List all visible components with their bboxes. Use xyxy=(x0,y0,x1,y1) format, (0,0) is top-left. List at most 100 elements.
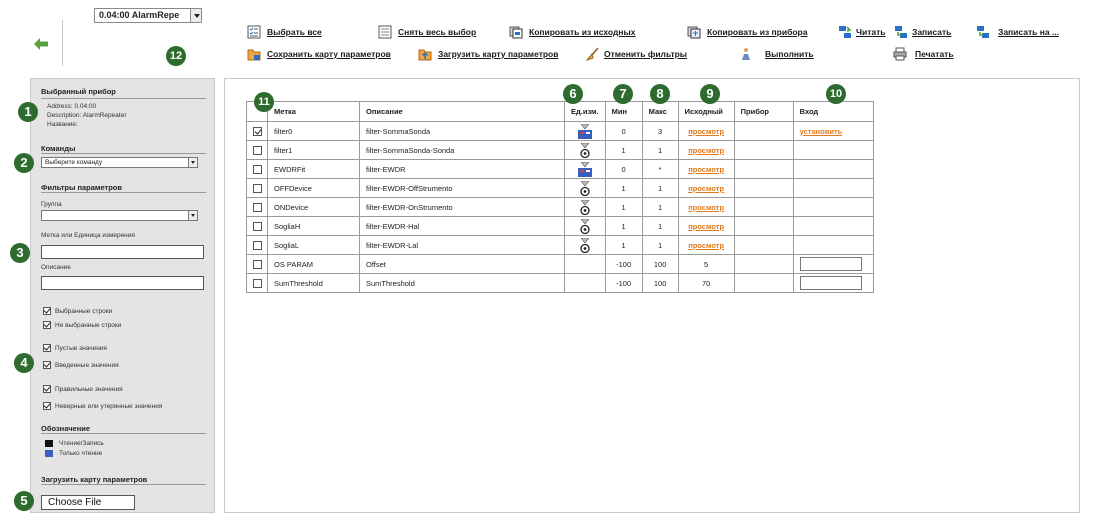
cell-max: 1 xyxy=(641,197,679,217)
callout-badge-9: 9 xyxy=(700,84,720,104)
view-link[interactable]: просмотр xyxy=(688,222,724,231)
cell-input xyxy=(792,178,874,198)
checkbox[interactable] xyxy=(43,321,51,329)
group-select[interactable] xyxy=(41,210,198,221)
row-select-cell xyxy=(246,121,268,141)
row-checkbox[interactable] xyxy=(252,202,262,212)
label-or-unit-input[interactable] xyxy=(41,245,204,259)
device-select[interactable]: 0.04:00 AlarmRepe xyxy=(94,8,202,23)
value-input[interactable] xyxy=(799,257,862,271)
copy-from-source-button[interactable]: Копировать из исходных xyxy=(509,25,635,39)
description-label: Описание xyxy=(41,264,71,271)
callout-badge-1: 1 xyxy=(18,102,38,122)
callout-badge-6: 6 xyxy=(563,84,583,104)
deselect-all-button[interactable]: Снять весь выбор xyxy=(378,25,476,39)
checkbox-label: Неверные или утерянные значения xyxy=(55,402,163,410)
group-label: Группа xyxy=(41,201,62,208)
cell-device xyxy=(733,254,794,274)
write-to-button[interactable]: Записать на ... xyxy=(976,25,1059,39)
cell-device xyxy=(733,159,794,179)
header-device[interactable]: Прибор xyxy=(733,101,794,122)
save-param-map-button[interactable]: Сохранить карту параметров xyxy=(247,47,391,61)
back-arrow-icon[interactable] xyxy=(34,38,48,50)
header-source[interactable]: Исходный xyxy=(677,101,735,122)
view-link[interactable]: просмотр xyxy=(688,203,724,212)
row-checkbox[interactable] xyxy=(252,259,262,269)
save-folder-icon xyxy=(247,47,261,61)
filter-checkbox-empty[interactable]: Пустые значения xyxy=(43,344,107,352)
header-description[interactable]: Описание xyxy=(359,101,565,122)
cell-source: просмотр xyxy=(677,121,735,141)
cell-input xyxy=(792,254,874,274)
command-select[interactable]: Выберите команду xyxy=(41,157,198,168)
cell-max: * xyxy=(641,159,679,179)
cell-label: filter0 xyxy=(267,121,360,141)
row-checkbox[interactable] xyxy=(252,221,262,231)
clear-filters-button[interactable]: Отменить фильтры xyxy=(585,47,688,62)
header-max[interactable]: Макс xyxy=(641,101,679,122)
device-description: Description: AlarmRepeater xyxy=(47,112,127,119)
probe-unit-icon xyxy=(578,199,592,215)
row-checkbox[interactable] xyxy=(252,240,262,250)
cell-unit xyxy=(564,159,606,179)
filter-checkbox-unselected[interactable]: Не выбранные строки xyxy=(43,321,121,329)
checkbox[interactable] xyxy=(43,361,51,369)
execute-button[interactable]: Выполнить xyxy=(739,47,814,61)
header-input[interactable]: Вход xyxy=(792,101,874,122)
view-link[interactable]: просмотр xyxy=(688,241,724,250)
table-row: filter1 filter-SommaSonda-Sonda 1 1 просмотр xyxy=(246,140,874,160)
row-checkbox[interactable] xyxy=(252,126,262,136)
view-link[interactable]: просмотр xyxy=(688,146,724,155)
value-input[interactable] xyxy=(799,276,862,290)
write-button[interactable]: Записать xyxy=(894,25,951,39)
row-checkbox[interactable] xyxy=(252,145,262,155)
filter-checkbox-valid[interactable]: Правильные значения xyxy=(43,385,123,393)
select-all-button[interactable]: Выбрать все xyxy=(247,25,322,39)
table-row: filter0 filter-SommaSonda 0 3 просмотр устано… xyxy=(246,121,874,141)
flag-unit-icon xyxy=(577,123,592,139)
row-checkbox[interactable] xyxy=(252,164,262,174)
cell-unit xyxy=(564,121,606,141)
load-param-map-button[interactable]: Загрузить карту параметров xyxy=(418,47,558,61)
checkbox[interactable] xyxy=(43,385,51,393)
callout-badge-2: 2 xyxy=(14,153,34,173)
checkbox[interactable] xyxy=(43,307,51,315)
view-link[interactable]: просмотр xyxy=(688,184,724,193)
view-link[interactable]: просмотр xyxy=(688,127,724,136)
copy-device-icon xyxy=(687,25,701,39)
set-link[interactable]: установить xyxy=(800,127,843,136)
row-checkbox[interactable] xyxy=(252,183,262,193)
filter-checkbox-invalid[interactable]: Неверные или утерянные значения xyxy=(43,402,162,410)
checkbox[interactable] xyxy=(43,402,51,410)
filter-checkbox-entered[interactable]: Введенные значения xyxy=(43,361,119,369)
cell-description: SumThreshold xyxy=(359,273,565,293)
label-or-unit-label: Метка или Единица измерения xyxy=(41,232,135,239)
header-label[interactable]: Метка xyxy=(267,101,360,122)
device-name: Название: xyxy=(47,121,78,128)
table-header-row: Метка Описание Ед.изм. Мин Макс Исходный… xyxy=(246,101,874,122)
checkbox[interactable] xyxy=(43,344,51,352)
copy-from-device-label: Копировать из прибора xyxy=(707,27,808,37)
copy-from-device-button[interactable]: Копировать из прибора xyxy=(687,25,807,39)
cell-description: filter-SommaSonda-Sonda xyxy=(359,140,565,160)
print-button[interactable]: Печатать xyxy=(893,47,954,61)
filter-checkbox-selected[interactable]: Выбранные строки xyxy=(43,307,112,315)
header-unit[interactable]: Ед.изм. xyxy=(564,101,606,122)
cell-unit xyxy=(564,197,606,217)
checkbox-label: Пустые значения xyxy=(55,344,107,352)
chevron-down-icon xyxy=(190,9,201,22)
view-link[interactable]: просмотр xyxy=(688,165,724,174)
clear-filters-label: Отменить фильтры xyxy=(604,49,688,59)
checkbox-label: Не выбранные строки xyxy=(55,321,122,329)
cell-device xyxy=(733,121,794,141)
row-checkbox[interactable] xyxy=(252,278,262,288)
cell-source: просмотр xyxy=(677,140,735,160)
toolbar-area: 0.04:00 AlarmRepe Выбрать все Снять весь… xyxy=(0,0,1093,78)
save-param-map-label: Сохранить карту параметров xyxy=(267,49,391,59)
read-button[interactable]: Читать xyxy=(838,25,885,39)
choose-file-button[interactable]: Choose File xyxy=(41,495,135,510)
cell-device xyxy=(733,140,794,160)
header-min[interactable]: Мин xyxy=(604,101,643,122)
probe-unit-icon xyxy=(578,218,592,234)
description-input[interactable] xyxy=(41,276,204,290)
